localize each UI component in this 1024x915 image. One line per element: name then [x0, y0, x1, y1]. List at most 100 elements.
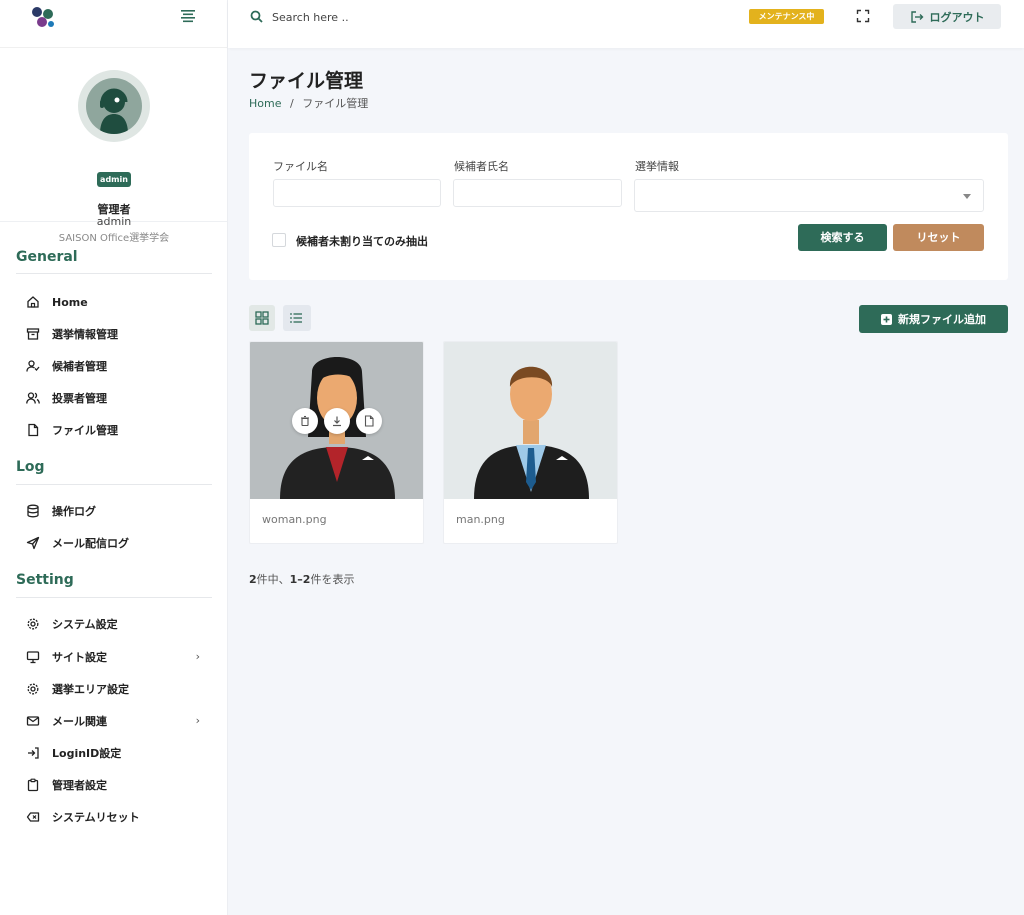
- role-badge: admin: [97, 172, 131, 187]
- display-range: 1–2: [289, 573, 311, 586]
- monitor-icon: [26, 651, 40, 664]
- search-icon: [250, 10, 263, 23]
- caret-down-icon: [963, 194, 971, 199]
- user-profile: admin 管理者 admin SAISON Office選挙学会: [0, 48, 227, 244]
- user-check-icon: [26, 360, 40, 372]
- send-icon: [26, 536, 40, 550]
- file-name: man.png: [456, 513, 505, 526]
- file-card[interactable]: man.png: [443, 341, 618, 544]
- result-count: 2件中、1–2件を表示: [249, 571, 354, 587]
- profile-username: admin: [96, 215, 132, 228]
- total-count: 2: [249, 573, 257, 586]
- election-info-select[interactable]: [634, 179, 984, 212]
- download-file-button[interactable]: [324, 408, 350, 434]
- sidebar-item-operation-log[interactable]: 操作ログ: [26, 501, 206, 521]
- archive-icon: [26, 328, 40, 340]
- page-title: ファイル管理: [249, 70, 364, 92]
- sidebar-item-label: システムリセット: [52, 811, 140, 824]
- top-header: メンテナンス中 ログアウト: [228, 0, 1024, 48]
- sidebar-item-system-reset[interactable]: システムリセット: [26, 807, 206, 827]
- profile-organization: SAISON Office選挙学会: [58, 233, 170, 244]
- sidebar-item-admin-settings[interactable]: 管理者設定: [26, 775, 206, 795]
- menu-toggle-icon[interactable]: [180, 9, 196, 23]
- sidebar-item-label: ファイル管理: [52, 424, 118, 437]
- candidate-name-label: 候補者氏名: [454, 160, 509, 173]
- sidebar-item-elections[interactable]: 選挙情報管理: [26, 324, 206, 344]
- avatar-image: [86, 78, 142, 134]
- sidebar-item-voters[interactable]: 投票者管理: [26, 388, 206, 408]
- file-name: woman.png: [262, 513, 327, 526]
- sidebar-item-label: 操作ログ: [52, 505, 96, 518]
- sidebar-item-label: メール関連: [52, 715, 107, 728]
- section-general-title: General: [16, 249, 78, 265]
- sidebar-item-label: メール配信ログ: [52, 537, 129, 550]
- filter-panel: ファイル名 候補者氏名 選挙情報 候補者未割り当てのみ抽出 検索する リセット: [249, 133, 1008, 280]
- gear-icon: [27, 683, 39, 695]
- sidebar-item-label: システム設定: [52, 618, 118, 631]
- sidebar-item-label: サイト設定: [52, 651, 107, 664]
- mail-icon: [26, 716, 40, 726]
- list-icon: [290, 313, 302, 323]
- sidebar-item-label: LoginID設定: [52, 747, 122, 760]
- file-icon: [364, 415, 374, 427]
- file-name-input[interactable]: [273, 179, 441, 207]
- sidebar-item-area-settings[interactable]: 選挙エリア設定: [26, 679, 206, 699]
- logout-button[interactable]: ログアウト: [893, 4, 1001, 29]
- download-icon: [333, 416, 341, 427]
- file-name-label: ファイル名: [273, 160, 328, 173]
- add-file-button[interactable]: 新規ファイル追加: [859, 305, 1008, 333]
- maintenance-badge: メンテナンス中: [749, 9, 824, 24]
- unassigned-checkbox-label[interactable]: 候補者未割り当てのみ抽出: [296, 233, 428, 249]
- login-icon: [28, 747, 39, 759]
- sidebar-item-home[interactable]: Home: [26, 292, 206, 312]
- chevron-right-icon: ›: [195, 714, 200, 727]
- grid-view-button[interactable]: [249, 305, 275, 331]
- list-view-button[interactable]: [283, 305, 311, 331]
- sidebar-item-label: 選挙エリア設定: [52, 683, 129, 696]
- reset-button[interactable]: リセット: [893, 224, 984, 251]
- total-suffix: 件中、: [256, 573, 290, 586]
- delete-file-button[interactable]: [292, 408, 318, 434]
- gear-icon: [27, 618, 39, 630]
- breadcrumb-separator: /: [289, 97, 294, 110]
- add-file-label: 新規ファイル追加: [898, 313, 986, 326]
- search-input[interactable]: [272, 6, 472, 28]
- sidebar: admin 管理者 admin SAISON Office選挙学会 Genera…: [0, 0, 228, 915]
- plus-square-icon: [881, 313, 892, 325]
- sidebar-item-system-settings[interactable]: システム設定: [26, 614, 206, 634]
- fullscreen-icon[interactable]: [856, 9, 870, 23]
- divider: [16, 273, 212, 274]
- sidebar-item-mail-log[interactable]: メール配信ログ: [26, 533, 206, 553]
- view-file-button[interactable]: [356, 408, 382, 434]
- trash-icon: [301, 415, 309, 427]
- file-thumbnail[interactable]: [444, 342, 618, 499]
- clipboard-icon: [27, 778, 39, 792]
- sidebar-item-label: 管理者設定: [52, 779, 107, 792]
- range-suffix: 件を表示: [310, 573, 355, 586]
- sidebar-item-label: Home: [52, 295, 88, 309]
- sidebar-item-mail[interactable]: メール関連 ›: [26, 711, 206, 731]
- sidebar-item-candidates[interactable]: 候補者管理: [26, 356, 206, 376]
- search-button[interactable]: 検索する: [798, 224, 887, 251]
- backspace-icon: [26, 812, 40, 822]
- section-log-title: Log: [16, 459, 45, 475]
- app-logo[interactable]: [30, 6, 58, 30]
- users-icon: [26, 392, 40, 404]
- candidate-name-input[interactable]: [453, 179, 622, 207]
- database-icon: [27, 504, 39, 518]
- breadcrumb-home[interactable]: Home: [249, 97, 281, 110]
- sidebar-item-label: 選挙情報管理: [52, 328, 118, 341]
- file-icon: [28, 423, 39, 437]
- chevron-right-icon: ›: [195, 650, 200, 663]
- breadcrumb-current: ファイル管理: [302, 97, 369, 110]
- grid-icon: [255, 311, 269, 325]
- avatar: [78, 70, 150, 142]
- sidebar-item-files[interactable]: ファイル管理: [26, 420, 206, 440]
- unassigned-checkbox[interactable]: [272, 233, 286, 247]
- sidebar-item-site-settings[interactable]: サイト設定 ›: [26, 647, 206, 667]
- election-info-label: 選挙情報: [635, 160, 679, 173]
- sidebar-item-loginid[interactable]: LoginID設定: [26, 743, 206, 763]
- divider: [16, 597, 212, 598]
- file-card[interactable]: woman.png: [249, 341, 424, 544]
- home-icon: [27, 296, 39, 308]
